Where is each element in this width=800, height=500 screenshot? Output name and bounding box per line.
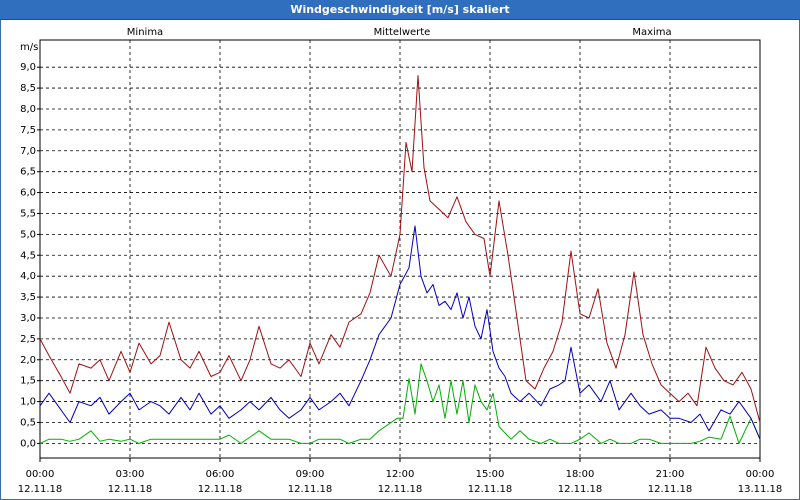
x-tick-time: 18:00 [566, 469, 595, 480]
y-axis-ticks: 0,0 0,5 1,0 1,5 2,0 2,5 3,0 3,5 4,0 4,5 5,0 5,5 6,0 6… [20, 62, 40, 449]
x-tick-time: 06:00 [206, 469, 235, 480]
y-tick-label: 0,5 [20, 417, 36, 428]
x-tick-date: 13.11.18 [738, 484, 783, 495]
x-tick-time: 00:00 [746, 469, 775, 480]
y-tick-label: 2,5 [20, 334, 36, 345]
x-tick-date: 12.11.18 [648, 484, 693, 495]
y-tick-label: 0,0 [20, 438, 36, 449]
y-tick-label: 1,0 [20, 397, 36, 408]
x-tick-date: 12.11.18 [198, 484, 243, 495]
x-tick-time: 12:00 [386, 469, 415, 480]
y-tick-label: 7,5 [20, 125, 36, 136]
y-tick-label: 5,5 [20, 208, 36, 219]
x-tick-date: 12.11.18 [378, 484, 423, 495]
x-tick-time: 03:00 [116, 469, 145, 480]
y-tick-label: 3,0 [20, 313, 36, 324]
y-tick-label: 2,0 [20, 355, 36, 366]
y-axis-label: m/s [20, 42, 38, 53]
x-tick-date: 12.11.18 [558, 484, 603, 495]
y-tick-label: 8,5 [20, 83, 36, 94]
y-tick-label: 6,0 [20, 188, 36, 199]
legend-minima: Minima [127, 27, 163, 38]
x-tick-date: 12.11.18 [18, 484, 63, 495]
x-tick-date: 12.11.18 [288, 484, 333, 495]
x-tick-date: 12.11.18 [468, 484, 513, 495]
y-tick-label: 7,0 [20, 146, 36, 157]
x-tick-date: 12.11.18 [108, 484, 153, 495]
x-tick-time: 00:00 [26, 469, 55, 480]
legend-maxima: Maxima [632, 27, 671, 38]
y-tick-label: 8,0 [20, 104, 36, 115]
grid [40, 40, 760, 458]
x-tick-time: 21:00 [656, 469, 685, 480]
chart-canvas: 0,0 0,5 1,0 1,5 2,0 2,5 3,0 3,5 4,0 4,5 5,0 5,5 6,0 6… [18, 27, 783, 495]
x-tick-time: 15:00 [476, 469, 505, 480]
y-tick-label: 6,5 [20, 167, 36, 178]
y-tick-label: 9,0 [20, 62, 36, 73]
legend-mittelwerte: Mittelwerte [374, 27, 431, 38]
y-tick-label: 4,0 [20, 271, 36, 282]
y-tick-label: 5,0 [20, 229, 36, 240]
y-tick-label: 4,5 [20, 250, 36, 261]
x-tick-time: 09:00 [296, 469, 325, 480]
x-axis-ticks: 00:00 12.11.18 03:00 12.11.18 06:00 12.11.18 0… [18, 458, 783, 495]
y-tick-label: 3,5 [20, 292, 36, 303]
y-tick-label: 1,5 [20, 376, 36, 387]
